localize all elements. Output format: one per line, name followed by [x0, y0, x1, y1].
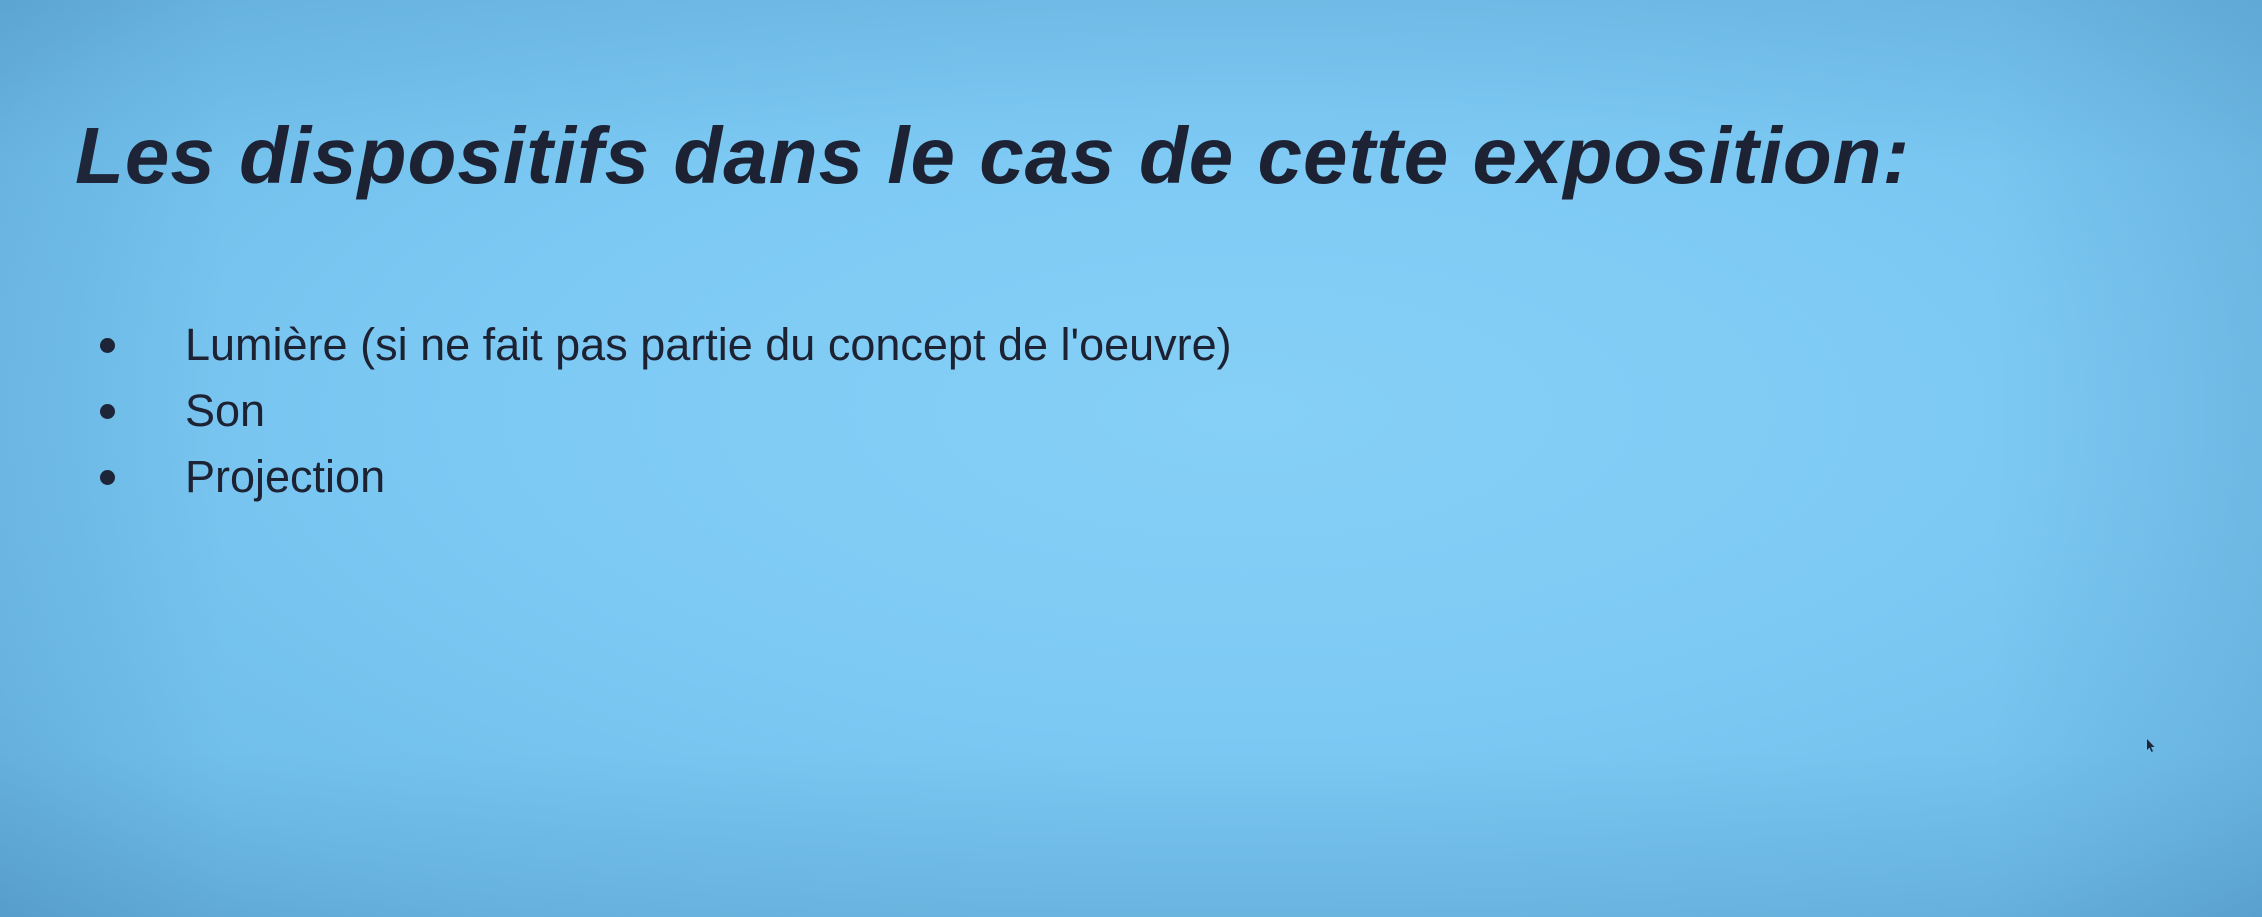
presentation-slide: Les dispositifs dans le cas de cette exp…	[0, 0, 2262, 917]
list-item: Lumière (si ne fait pas partie du concep…	[100, 312, 1232, 378]
bullet-dot-icon	[100, 338, 115, 353]
bullet-dot-icon	[100, 470, 115, 485]
bullet-text-son: Son	[185, 385, 266, 436]
mouse-pointer-icon	[2147, 739, 2155, 752]
list-item: Projection	[100, 444, 1232, 510]
bullet-text-lumiere: Lumière (si ne fait pas partie du concep…	[185, 319, 1232, 370]
bullet-text-projection: Projection	[185, 451, 386, 502]
bullet-list: Lumière (si ne fait pas partie du concep…	[100, 312, 1232, 510]
slide-title: Les dispositifs dans le cas de cette exp…	[75, 111, 1911, 200]
bullet-dot-icon	[100, 404, 115, 419]
list-item: Son	[100, 378, 1232, 444]
